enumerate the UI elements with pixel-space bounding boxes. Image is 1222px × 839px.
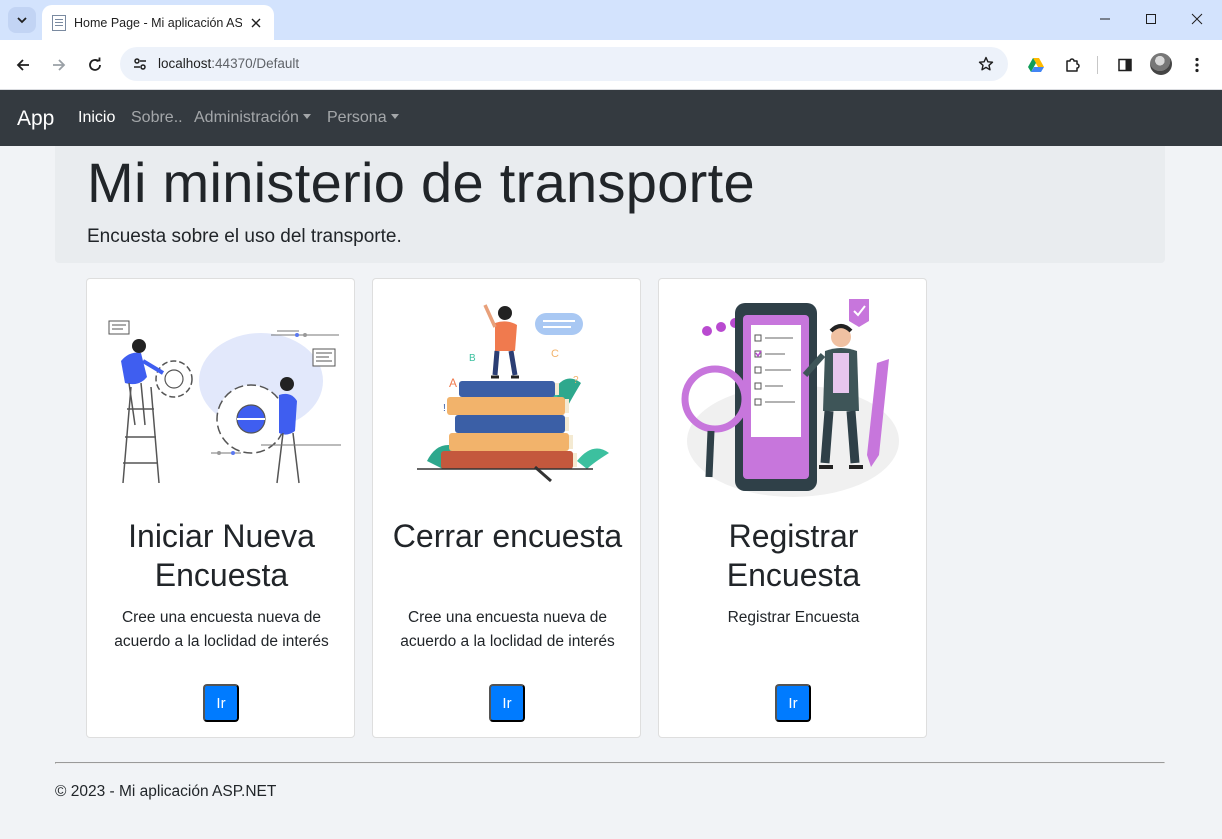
nav-link-inicio[interactable]: Inicio: [78, 109, 115, 127]
survey-phone-illustration: [681, 299, 899, 497]
nav-dropdown-label: Persona: [327, 109, 387, 126]
minimize-button[interactable]: [1082, 0, 1128, 38]
card-text: Cree una encuesta nueva de acuerdo a la …: [400, 609, 615, 650]
svg-text:?: ?: [573, 375, 579, 386]
nav-link-sobre[interactable]: Sobre..: [131, 109, 183, 127]
page-favicon-icon: [52, 14, 66, 31]
chevron-down-icon: [17, 17, 27, 24]
bookmark-button[interactable]: [976, 54, 996, 74]
card-title: Cerrar encuesta: [392, 518, 623, 554]
card-title: Registrar Encuesta: [726, 518, 861, 593]
ir-button[interactable]: Ir: [203, 684, 239, 722]
footer-divider: [55, 762, 1165, 764]
toolbar-separator: [1097, 56, 1098, 74]
card-registrar-encuesta: Registrar Encuesta Registrar Encuesta Ir: [658, 278, 927, 738]
arrow-left-icon: [16, 59, 29, 71]
card-iniciar-encuesta: Iniciar Nueva Encuesta Cree una encuesta…: [86, 278, 355, 738]
footer-copyright: © 2023 - Mi aplicación ASP.NET: [55, 783, 277, 800]
page-title: Mi ministerio de transporte: [87, 151, 755, 214]
svg-text:C: C: [551, 348, 559, 360]
forward-button[interactable]: [44, 50, 74, 80]
google-drive-icon: [1028, 58, 1044, 72]
svg-text:!: !: [443, 403, 446, 414]
minimize-icon: [1100, 18, 1110, 20]
nav-dropdown-label: Administración: [194, 109, 299, 126]
url-host: localhost: [158, 56, 212, 71]
browser-toolbar: localhost:44370/Default: [0, 40, 1222, 90]
card-text: Cree una encuesta nueva de acuerdo a la …: [114, 609, 329, 650]
reload-button[interactable]: [80, 50, 110, 80]
card-text: Registrar Encuesta: [727, 609, 860, 626]
browser-menu-button[interactable]: [1182, 50, 1212, 80]
tune-icon: [134, 58, 146, 70]
url-path: :44370/Default: [211, 56, 300, 71]
svg-text:A: A: [449, 376, 457, 390]
tab-search-button[interactable]: [8, 7, 36, 33]
more-vertical-icon: [1195, 57, 1199, 73]
puzzle-icon: [1066, 58, 1080, 72]
arrow-right-icon: [53, 59, 66, 71]
url-text: localhost:44370/Default: [158, 56, 299, 71]
ir-button[interactable]: Ir: [489, 684, 525, 722]
jumbotron: Mi ministerio de transporte Encuesta sob…: [55, 146, 1165, 263]
card-cerrar-encuesta: A B C ? ! Cerrar encuesta Cree una encue…: [372, 278, 641, 738]
nav-dropdown-persona[interactable]: Persona: [327, 109, 399, 127]
address-bar[interactable]: localhost:44370/Default: [120, 47, 1008, 81]
browser-tab-strip: Home Page - Mi aplicación ASP.NET: [0, 0, 1222, 40]
books-student-illustration: A B C ? !: [417, 304, 609, 483]
google-drive-extension[interactable]: [1021, 50, 1051, 80]
star-icon: [978, 56, 994, 71]
close-icon: [1191, 13, 1203, 25]
profile-avatar[interactable]: [1150, 53, 1172, 75]
app-navbar: App Inicio Sobre.. Administración Person…: [0, 90, 1222, 146]
extensions-button[interactable]: [1057, 50, 1087, 80]
browser-tab[interactable]: Home Page - Mi aplicación ASP.NET: [42, 5, 274, 40]
gears-team-illustration: [108, 320, 341, 484]
caret-down-icon: [302, 114, 311, 119]
side-panel-button[interactable]: [1110, 50, 1140, 80]
tab-close-button[interactable]: [248, 15, 264, 31]
site-info-button[interactable]: [130, 54, 150, 74]
card-title: Iniciar Nueva Encuesta: [128, 518, 315, 593]
ir-button[interactable]: Ir: [775, 684, 811, 722]
navbar-brand[interactable]: App: [17, 107, 54, 131]
back-button[interactable]: [8, 50, 38, 80]
svg-text:B: B: [469, 353, 476, 364]
reload-icon: [89, 57, 101, 71]
maximize-icon: [1146, 14, 1156, 24]
window-close-button[interactable]: [1174, 0, 1220, 38]
tab-title: Home Page - Mi aplicación ASP.NET: [74, 15, 243, 30]
side-panel-icon: [1118, 58, 1132, 72]
nav-dropdown-administracion[interactable]: Administración: [194, 109, 311, 127]
page-lead: Encuesta sobre el uso del transporte.: [87, 226, 402, 247]
close-icon: [251, 18, 261, 27]
caret-down-icon: [390, 114, 399, 119]
maximize-button[interactable]: [1128, 0, 1174, 38]
